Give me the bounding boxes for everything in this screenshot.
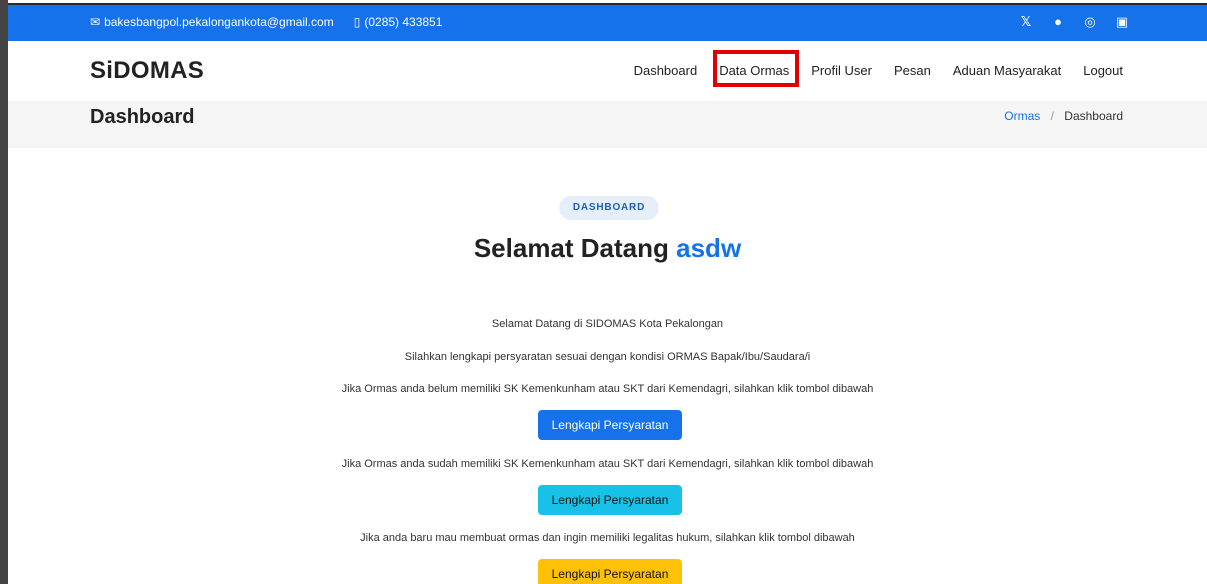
facebook-icon[interactable]: ● — [1051, 14, 1065, 30]
social-links: 𝕏 ● ◎ ▣ — [1019, 14, 1129, 30]
contact-info: ✉ bakesbangpol.pekalongankota@gmail.com … — [90, 15, 462, 29]
welcome-username: asdw — [676, 233, 742, 263]
lengkapi-persyaratan-button-3[interactable]: Lengkapi Persyaratan — [538, 559, 682, 584]
page-title: Dashboard — [90, 106, 195, 128]
main-navbar: SiDOMAS Dashboard Data Ormas Profil User… — [8, 41, 1207, 101]
nav-aduan-masyarakat[interactable]: Aduan Masyarakat — [953, 63, 1061, 78]
breadcrumb-ormas[interactable]: Ormas — [1004, 109, 1040, 123]
lengkapi-persyaratan-button-2[interactable]: Lengkapi Persyaratan — [538, 485, 682, 515]
phone-item[interactable]: ▯ (0285) 433851 — [354, 15, 443, 29]
email-item[interactable]: ✉ bakesbangpol.pekalongankota@gmail.com — [90, 15, 334, 29]
instruction-has-sk: Jika Ormas anda sudah memiliki SK Kemenk… — [341, 458, 874, 470]
welcome-heading: Selamat Datang asdw — [8, 233, 1207, 264]
phone-icon: ▯ — [353, 15, 361, 29]
phone-text: (0285) 433851 — [364, 15, 443, 29]
envelope-icon: ✉ — [90, 15, 101, 29]
main-content: DASHBOARD Selamat Datang asdw Selamat Da… — [8, 148, 1207, 584]
instruction-new-ormas: Jika anda baru mau membuat ormas dan ing… — [360, 532, 855, 544]
x-icon[interactable]: 𝕏 — [1019, 14, 1033, 30]
breadcrumb-current: Dashboard — [1064, 109, 1123, 123]
top-contact-bar: ✉ bakesbangpol.pekalongankota@gmail.com … — [8, 3, 1207, 41]
nav-logout[interactable]: Logout — [1083, 63, 1123, 78]
intro-line-2: Silahkan lengkapi persyaratan sesuai den… — [404, 351, 811, 363]
nav-menu: Dashboard Data Ormas Profil User Pesan A… — [612, 63, 1123, 78]
nav-pesan[interactable]: Pesan — [894, 63, 931, 78]
linkedin-icon[interactable]: ▣ — [1115, 14, 1129, 30]
brand-logo[interactable]: SiDOMAS — [90, 57, 204, 85]
page-header: Dashboard Ormas / Dashboard — [8, 101, 1207, 148]
section-badge: DASHBOARD — [559, 196, 659, 220]
nav-dashboard[interactable]: Dashboard — [634, 63, 698, 78]
intro-line-1: Selamat Datang di SIDOMAS Kota Pekalonga… — [491, 318, 724, 330]
instagram-icon[interactable]: ◎ — [1083, 14, 1097, 30]
highlight-box — [713, 50, 799, 87]
email-text: bakesbangpol.pekalongankota@gmail.com — [104, 15, 334, 29]
breadcrumb-separator: / — [1050, 109, 1054, 123]
welcome-prefix: Selamat Datang — [473, 233, 669, 263]
nav-profil-user[interactable]: Profil User — [811, 63, 872, 78]
breadcrumb: Ormas / Dashboard — [1004, 109, 1123, 123]
lengkapi-persyaratan-button-1[interactable]: Lengkapi Persyaratan — [538, 410, 682, 440]
instruction-no-sk: Jika Ormas anda belum memiliki SK Kemenk… — [341, 383, 874, 395]
